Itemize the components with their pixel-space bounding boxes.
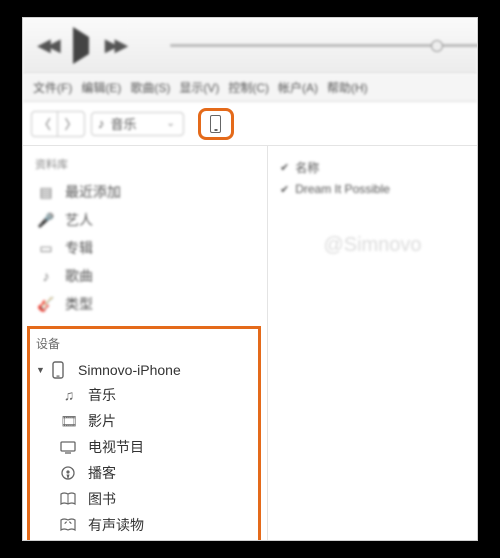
content-area: ✔名称 ✔Dream It Possible @Simnovo (268, 146, 477, 540)
menu-help[interactable]: 帮助(H) (325, 77, 370, 98)
phone-icon (52, 361, 70, 379)
device-category-books[interactable]: 图书 (34, 486, 254, 512)
volume-slider[interactable] (170, 40, 443, 52)
phone-icon (210, 115, 221, 133)
disclosure-triangle-icon[interactable]: ▼ (36, 365, 44, 375)
previous-track-button[interactable]: ◀◀ (37, 35, 57, 56)
device-name-label: Simnovo-iPhone (78, 362, 181, 378)
audiobook-icon (60, 518, 78, 532)
devices-header: 设备 (34, 335, 254, 358)
library-item-recent[interactable]: ▤最近添加 (29, 178, 267, 206)
media-type-selector[interactable]: ♪ 音乐 ⌄ (91, 112, 184, 136)
device-button[interactable] (198, 108, 234, 140)
device-category-audiobooks[interactable]: 有声读物 (34, 512, 254, 538)
music-note-icon: ♪ (37, 268, 55, 284)
tv-icon (60, 440, 78, 454)
track-row[interactable]: ✔名称 (280, 156, 465, 179)
nav-back-button[interactable]: 〈 (32, 112, 58, 136)
film-icon: 🎞 (60, 413, 78, 430)
genre-icon: 🎸 (37, 296, 55, 313)
podcast-icon (60, 465, 78, 481)
devices-section: 设备 ▼ Simnovo-iPhone ♫音乐 🎞影片 电视节目 播客 (27, 326, 261, 541)
sub-toolbar: 〈 〉 ♪ 音乐 ⌄ (23, 102, 477, 146)
artist-icon: 🎤 (37, 212, 55, 229)
device-item[interactable]: ▼ Simnovo-iPhone (34, 358, 254, 382)
library-item-songs[interactable]: ♪歌曲 (29, 262, 267, 290)
menu-controls[interactable]: 控制(C) (226, 77, 271, 98)
next-track-button[interactable]: ▶▶ (105, 35, 125, 56)
device-category-tones[interactable]: 铃声 (34, 538, 254, 541)
menu-edit[interactable]: 编辑(E) (79, 77, 123, 98)
menu-bar: 文件(F) 编辑(E) 歌曲(S) 显示(V) 控制(C) 帐户(A) 帮助(H… (23, 74, 477, 102)
media-type-label: 音乐 (111, 114, 137, 133)
play-button[interactable] (73, 37, 89, 55)
nav-back-forward[interactable]: 〈 〉 (31, 111, 85, 137)
playback-bar: ◀◀ ▶▶ (23, 18, 477, 74)
library-item-genres[interactable]: 🎸类型 (29, 290, 267, 318)
checkbox-icon[interactable]: ✔ (280, 161, 289, 174)
nav-forward-button[interactable]: 〉 (58, 112, 84, 136)
grid-icon: ▤ (37, 184, 55, 201)
watermark-text: @Simnovo (323, 234, 421, 257)
device-category-tv[interactable]: 电视节目 (34, 434, 254, 460)
menu-view[interactable]: 显示(V) (177, 77, 221, 98)
music-note-icon: ♪ (98, 116, 105, 131)
menu-songs[interactable]: 歌曲(S) (128, 77, 172, 98)
album-icon: ▭ (37, 240, 55, 257)
library-item-artists[interactable]: 🎤艺人 (29, 206, 267, 234)
chevron-down-icon: ⌄ (167, 118, 175, 129)
track-list: ✔名称 ✔Dream It Possible (268, 146, 477, 209)
library-item-albums[interactable]: ▭专辑 (29, 234, 267, 262)
music-note-icon: ♫ (60, 387, 78, 403)
app-window: ◀◀ ▶▶ 文件(F) 编辑(E) 歌曲(S) 显示(V) 控制(C) 帐户(A… (22, 17, 478, 541)
device-category-movies[interactable]: 🎞影片 (34, 408, 254, 434)
sidebar: 资料库 ▤最近添加 🎤艺人 ▭专辑 ♪歌曲 🎸类型 设备 ▼ Simnovo-i… (23, 146, 268, 540)
menu-account[interactable]: 帐户(A) (276, 77, 320, 98)
menu-file[interactable]: 文件(F) (31, 77, 74, 98)
book-icon (60, 492, 78, 506)
track-row[interactable]: ✔Dream It Possible (280, 179, 465, 199)
device-category-music[interactable]: ♫音乐 (34, 382, 254, 408)
checkbox-icon[interactable]: ✔ (280, 183, 289, 196)
library-header: 资料库 (29, 152, 267, 178)
library-section: 资料库 ▤最近添加 🎤艺人 ▭专辑 ♪歌曲 🎸类型 (23, 146, 267, 322)
device-category-podcasts[interactable]: 播客 (34, 460, 254, 486)
